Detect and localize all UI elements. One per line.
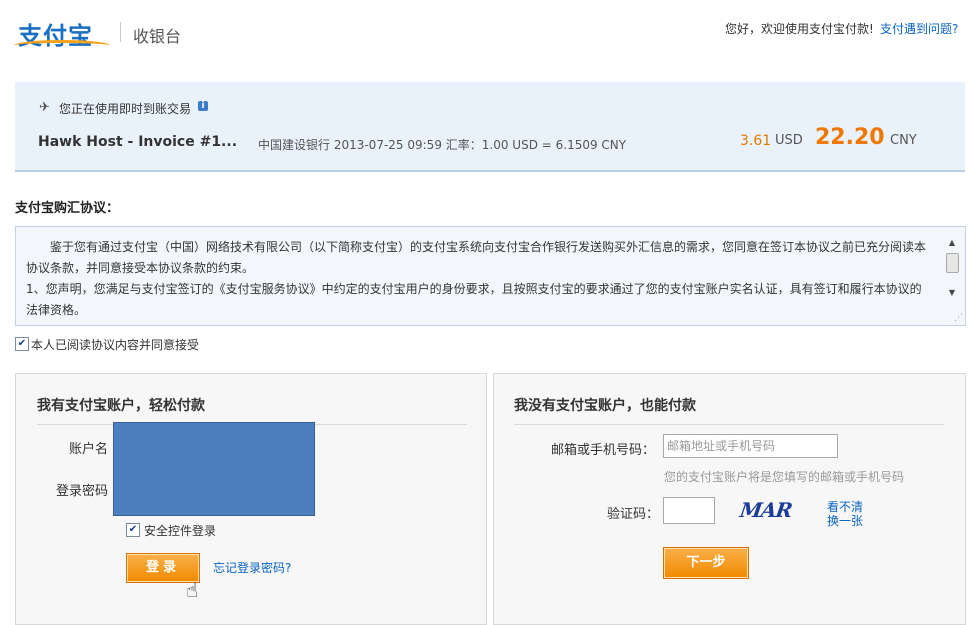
accept-agreement-checkbox[interactable]: ✔ bbox=[15, 337, 29, 351]
forgot-password-link[interactable]: 忘记登录密码? bbox=[213, 559, 291, 576]
password-label: 登录密码 bbox=[56, 484, 109, 499]
agreement-paragraph: 1、您声明，您满足与支付宝签订的《支付宝服务协议》中约定的支付宝用户的身份要求，… bbox=[26, 279, 931, 321]
captcha-refresh-link[interactable]: 看不清 换一张 bbox=[827, 500, 867, 528]
captcha-image[interactable]: MAR bbox=[738, 498, 808, 524]
next-step-button[interactable]: 下一步 bbox=[663, 547, 749, 579]
agreement-content: 鉴于您有通过支付宝（中国）网络技术有限公司（以下简称支付宝）的支付宝系统向支付宝… bbox=[26, 237, 931, 321]
scroll-thumb[interactable] bbox=[946, 253, 959, 273]
currency-usd: USD bbox=[775, 133, 803, 148]
help-link[interactable]: 支付遇到问题? bbox=[880, 20, 958, 37]
captcha-label: 验证码： bbox=[607, 507, 660, 522]
secure-login-label[interactable]: 安全控件登录 bbox=[144, 522, 216, 539]
secure-login-checkbox[interactable]: ✔ bbox=[126, 523, 140, 537]
redacted-credentials-area[interactable] bbox=[113, 422, 315, 516]
agreement-paragraph: 鉴于您有通过支付宝（中国）网络技术有限公司（以下简称支付宝）的支付宝系统向支付宝… bbox=[26, 237, 931, 279]
login-panel-title: 我有支付宝账户，轻松付款 bbox=[37, 398, 205, 414]
merchant-name: Hawk Host - Invoice #1... bbox=[38, 134, 238, 150]
account-label: 账户名 bbox=[69, 442, 109, 457]
resize-grip-icon[interactable]: ⋰ bbox=[954, 313, 963, 323]
transaction-mode: 您正在使用即时到账交易 bbox=[59, 102, 192, 116]
divider bbox=[514, 424, 944, 425]
agreement-paragraph-2: 1、您声明，您满足与支付宝签订的《支付宝服务协议》中约定的支付宝用户的身份要求，… bbox=[26, 282, 922, 317]
currency-cny: CNY bbox=[890, 133, 917, 148]
info-icon[interactable]: i bbox=[198, 101, 208, 111]
page-subtitle: 收银台 bbox=[133, 27, 182, 46]
contact-hint: 您的支付宝账户将是您填写的邮箱或手机号码 bbox=[664, 470, 905, 484]
alipay-logo[interactable]: 支付宝 bbox=[14, 14, 114, 51]
hand-cursor-icon: ☝ bbox=[186, 578, 199, 602]
amount-usd: 3.61 bbox=[740, 133, 772, 149]
accept-agreement-label[interactable]: 本人已阅读协议内容并同意接受 bbox=[31, 336, 199, 353]
transaction-panel: ✈ 您正在使用即时到账交易 i Hawk Host - Invoice #1..… bbox=[15, 82, 965, 172]
agreement-title: 支付宝购汇协议： bbox=[15, 201, 120, 216]
greeting-text: 您好，欢迎使用支付宝付款! bbox=[725, 22, 874, 36]
scroll-down-arrow-icon[interactable]: ▼ bbox=[945, 287, 959, 299]
amount-cny: 22.20 bbox=[815, 125, 885, 150]
guest-pay-title: 我没有支付宝账户，也能付款 bbox=[514, 398, 696, 414]
refresh-line-2[interactable]: 换一张 bbox=[827, 514, 863, 528]
scroll-up-arrow-icon[interactable]: ▲ bbox=[945, 237, 959, 249]
captcha-input[interactable] bbox=[663, 497, 715, 524]
transfer-icon: ✈ bbox=[39, 100, 50, 115]
transaction-detail: 中国建设银行 2013-07-25 09:59 汇率：1.00 USD = 6.… bbox=[258, 138, 627, 152]
contact-label: 邮箱或手机号码： bbox=[551, 443, 656, 458]
agreement-scrollbar[interactable]: ▲ ▼ bbox=[945, 237, 959, 317]
email-or-phone-input[interactable] bbox=[663, 434, 838, 458]
agreement-textarea[interactable]: 鉴于您有通过支付宝（中国）网络技术有限公司（以下简称支付宝）的支付宝系统向支付宝… bbox=[15, 226, 966, 326]
header-divider bbox=[120, 22, 121, 42]
refresh-line-1[interactable]: 看不清 bbox=[827, 500, 863, 514]
logo-swoosh bbox=[14, 40, 110, 51]
agreement-paragraph-1: 鉴于您有通过支付宝（中国）网络技术有限公司（以下简称支付宝）的支付宝系统向支付宝… bbox=[26, 240, 927, 275]
